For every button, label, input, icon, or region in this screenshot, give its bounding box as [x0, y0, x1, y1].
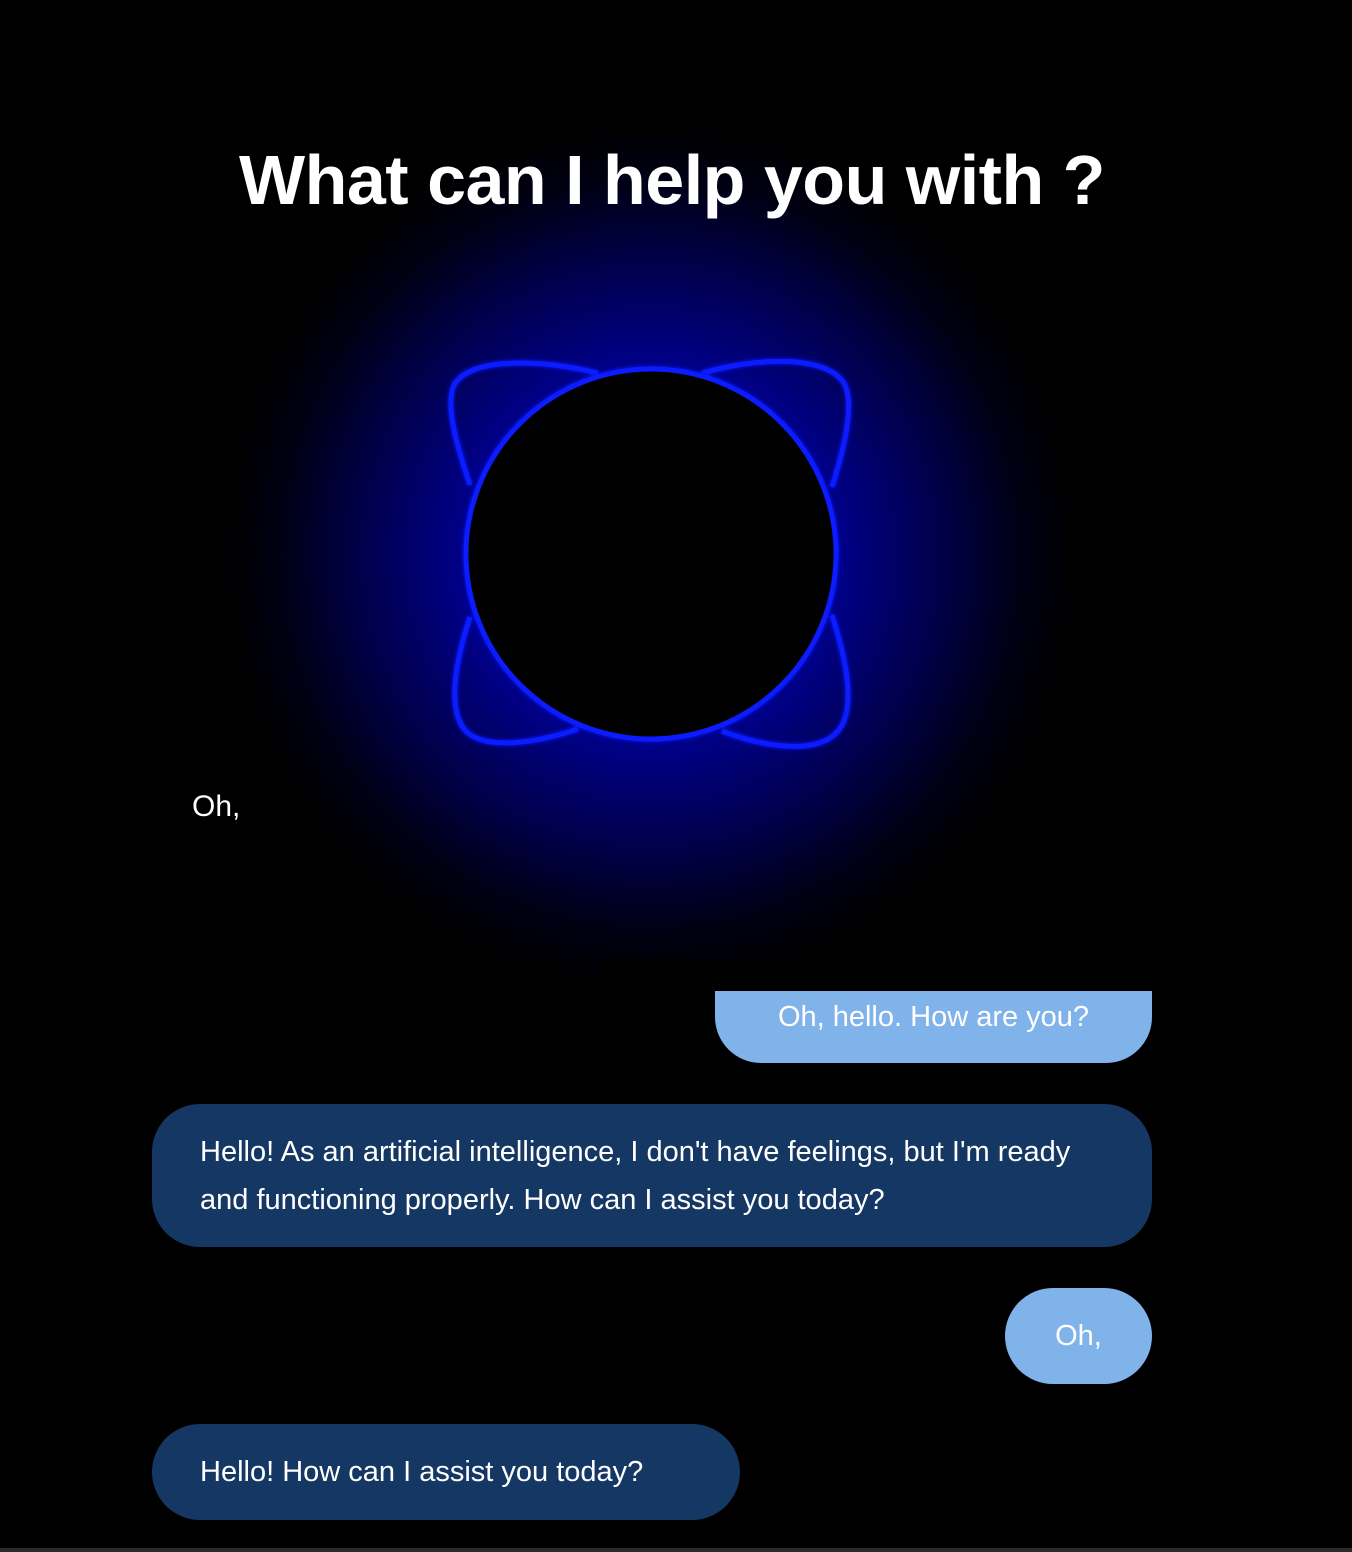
live-transcript: Oh,	[192, 790, 241, 823]
window-edge	[1344, 0, 1352, 1552]
window-bottom-border	[0, 1548, 1352, 1552]
user-message-bubble: Oh,	[1005, 1288, 1152, 1384]
voice-assistant-screen: What can I help you with ? Oh, Oh, hello…	[0, 0, 1352, 1552]
page-title: What can I help you with ?	[239, 141, 1105, 219]
chat-scroll-fade	[600, 960, 1200, 991]
assistant-message-bubble: Hello! As an artificial intelligence, I …	[152, 1104, 1152, 1247]
assistant-message-bubble: Hello! How can I assist you today?	[152, 1424, 740, 1520]
voice-orb-icon[interactable]	[430, 335, 870, 775]
orb-ring	[463, 366, 839, 742]
